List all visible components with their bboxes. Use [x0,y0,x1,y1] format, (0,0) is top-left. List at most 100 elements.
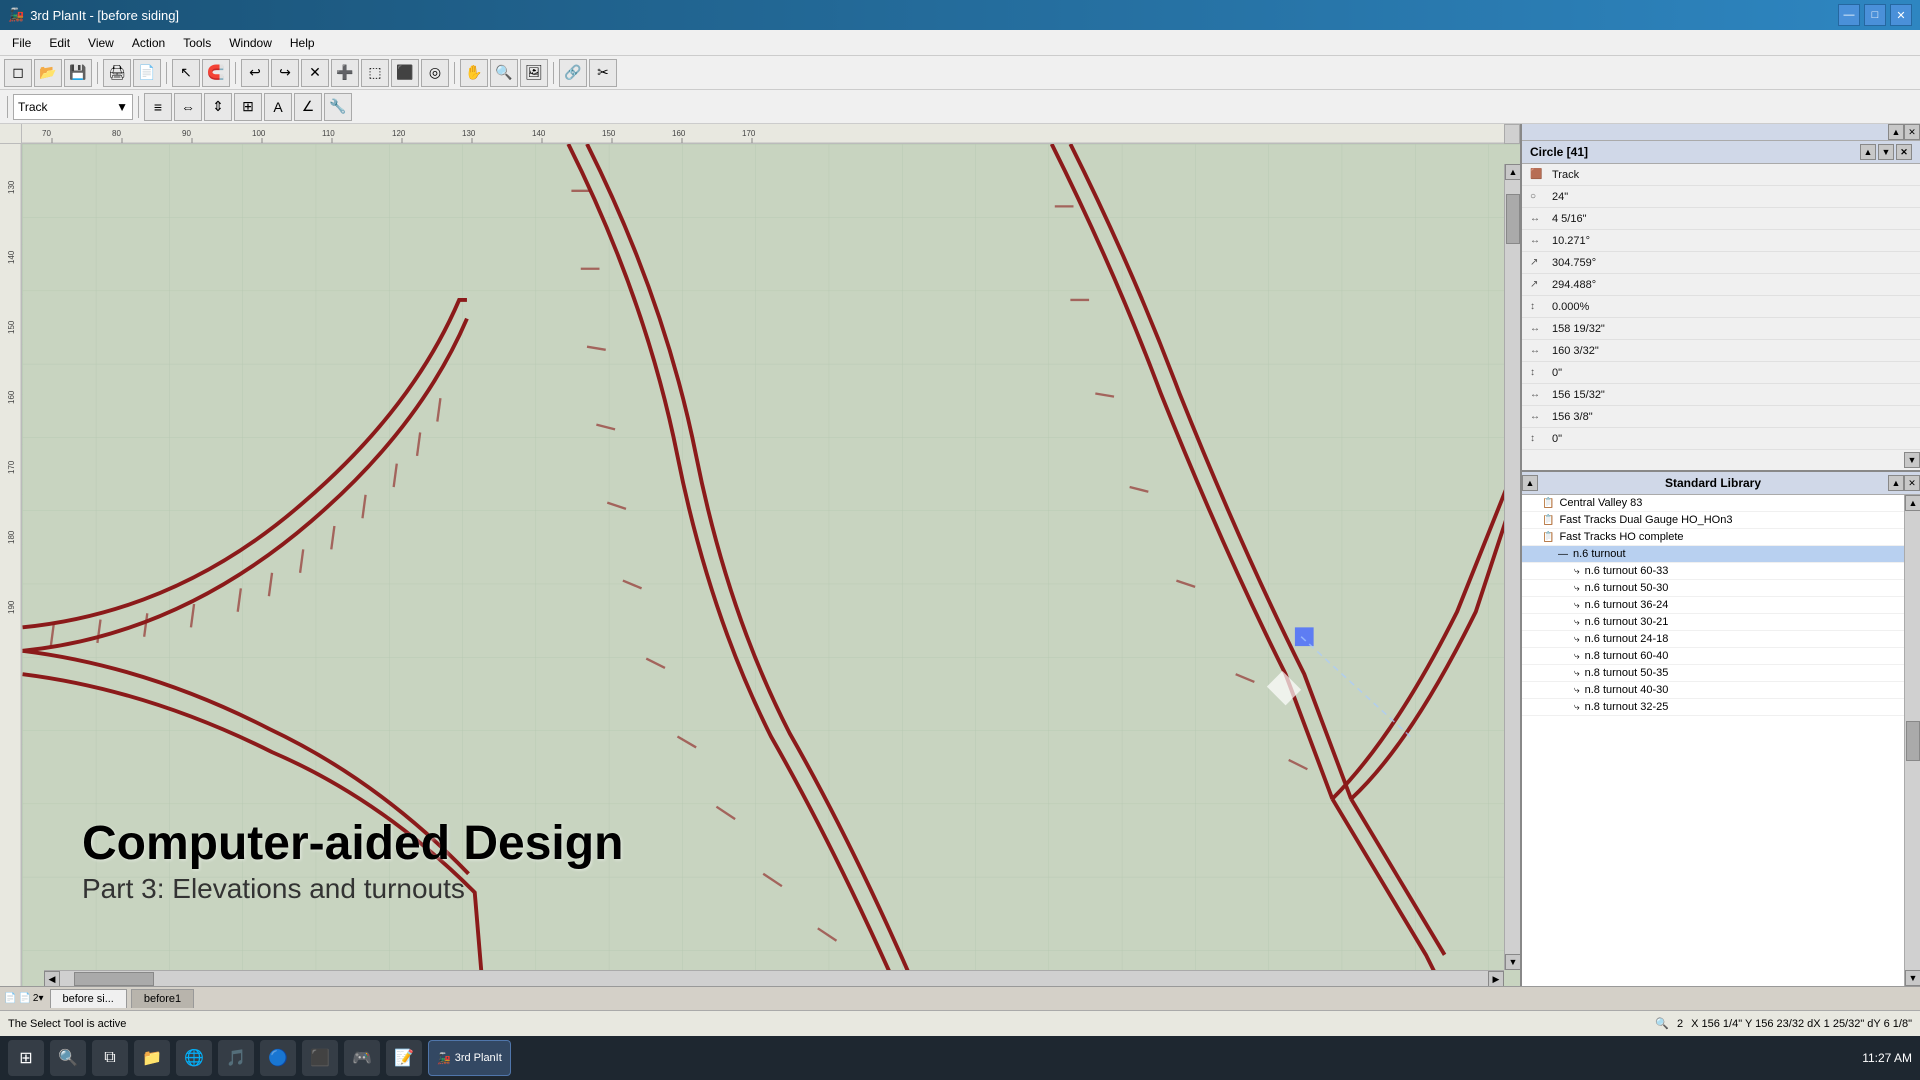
app2-button[interactable]: 🎮 [344,1040,380,1076]
edge-button[interactable]: 🌐 [176,1040,212,1076]
lib-item-n8-60-40[interactable]: ⤷ n.8 turnout 60-40 [1522,648,1904,665]
print-button[interactable]: 🖨 [103,59,131,87]
panel-scroll-up[interactable]: ▲ [1888,124,1904,140]
new-button[interactable]: ◻ [4,59,32,87]
minimize-button[interactable]: — [1838,4,1860,26]
select-rect-button[interactable]: ⬚ [361,59,389,87]
lib-scroll-up-btn[interactable]: ▲ [1905,495,1920,511]
lib-collapse[interactable]: ▲ [1522,475,1538,491]
open-button[interactable]: 📂 [34,59,62,87]
lib-item-n8-50-35[interactable]: ⤷ n.8 turnout 50-35 [1522,665,1904,682]
pointer-button[interactable]: ↖ [172,59,200,87]
vertical-scrollbar[interactable]: ▲ ▼ [1504,164,1520,970]
word-button[interactable]: 📝 [386,1040,422,1076]
lib-item-n6-24-18[interactable]: ⤷ n.6 turnout 24-18 [1522,631,1904,648]
lib-item-n6-30-21[interactable]: ⤷ n.6 turnout 30-21 [1522,614,1904,631]
svg-text:170: 170 [742,129,756,138]
flip-v-button[interactable]: ⇕ [204,93,232,121]
props-bottom-scroll[interactable]: ▼ [1904,452,1920,468]
menu-file[interactable]: File [4,33,39,53]
prop-layer: 🟫 Track [1522,164,1920,186]
magnet-button[interactable]: 🧲 [202,59,230,87]
text-button[interactable]: A [264,93,292,121]
print2-button[interactable]: 📄 [133,59,161,87]
canvas-wrapper: 70 80 90 100 110 120 130 140 150 160 170 [0,124,1520,986]
library-tree[interactable]: 📋 Central Valley 83 📋 Fast Tracks Dual G… [1522,495,1904,986]
align-button[interactable]: ≡ [144,93,172,121]
lib-item-n8-32-25[interactable]: ⤷ n.8 turnout 32-25 [1522,699,1904,716]
tab-icon-2[interactable]: 📄 [18,993,30,1004]
file-explorer-button[interactable]: 📁 [134,1040,170,1076]
sep-5 [553,62,554,84]
grid-button[interactable]: ⊞ [234,93,262,121]
lib-item-n6-50-30[interactable]: ⤷ n.6 turnout 50-30 [1522,580,1904,597]
start-button[interactable]: ⊞ [8,1040,44,1076]
dropdown-arrow-icon: ▼ [116,100,128,114]
track-icon-10: ⤷ [1574,702,1580,713]
add-button[interactable]: ➕ [331,59,359,87]
itunes-button[interactable]: 🎵 [218,1040,254,1076]
undo-button[interactable]: ↩ [241,59,269,87]
settings-button[interactable]: 🔧 [324,93,352,121]
scroll-thumb[interactable] [1506,194,1520,244]
props-close[interactable]: ✕ [1896,144,1912,160]
circle-button[interactable]: ◎ [421,59,449,87]
scroll-thumb-h[interactable] [74,972,154,986]
track-icon-3: ⤷ [1574,583,1580,594]
lib-scroll-thumb[interactable] [1906,721,1920,761]
select-all-button[interactable]: ⬛ [391,59,419,87]
scroll-down-button[interactable]: ▼ [1505,954,1520,970]
lib-scroll-up[interactable]: ▲ [1888,475,1904,491]
track-icon-9: ⤷ [1574,685,1580,696]
lib-item-n6-36-24[interactable]: ⤷ n.6 turnout 36-24 [1522,597,1904,614]
tab-before-siding[interactable]: before si... [50,989,127,1008]
chrome-button[interactable]: 🔵 [260,1040,296,1076]
app1-button[interactable]: ⬛ [302,1040,338,1076]
tab-icon-1[interactable]: 📄 [4,993,16,1004]
lib-item-n8-40-30[interactable]: ⤷ n.8 turnout 40-30 [1522,682,1904,699]
main-canvas[interactable]: Computer-aided Design Part 3: Elevations… [22,144,1520,986]
image-button[interactable]: 🖼 [520,59,548,87]
flip-h-button[interactable]: ⇔ [174,93,202,121]
lib-item-central-valley[interactable]: 📋 Central Valley 83 [1522,495,1904,512]
horizontal-scrollbar[interactable]: ◀ ▶ [44,970,1504,986]
menu-edit[interactable]: Edit [41,33,78,53]
layer-dropdown[interactable]: Track ▼ [13,94,133,120]
menu-help[interactable]: Help [282,33,323,53]
planit-taskbar-app[interactable]: 🚂 3rd PlanIt [428,1040,511,1076]
search-taskbar-button[interactable]: 🔍 [50,1040,86,1076]
angle-button[interactable]: ∠ [294,93,322,121]
zoom-level: 2 [1677,1018,1683,1030]
props-scroll-up[interactable]: ▲ [1860,144,1876,160]
lib-item-n6-turnout[interactable]: — n.6 turnout [1522,546,1904,563]
zoom-button[interactable]: 🔍 [490,59,518,87]
lib-close[interactable]: ✕ [1904,475,1920,491]
menu-tools[interactable]: Tools [175,33,219,53]
redo-button[interactable]: ↪ [271,59,299,87]
tab-nav-icons: 📄 📄 2▾ [4,993,44,1004]
close-button[interactable]: ✕ [1890,4,1912,26]
scroll-up-button[interactable]: ▲ [1505,164,1520,180]
panel-minimize[interactable]: ✕ [1904,124,1920,140]
connect-button[interactable]: 🔗 [559,59,587,87]
lib-scroll-down-btn[interactable]: ▼ [1905,970,1920,986]
menu-view[interactable]: View [80,33,122,53]
menu-window[interactable]: Window [221,33,280,53]
library-scrollbar[interactable]: ▲ ▼ [1904,495,1920,986]
maximize-button[interactable]: □ [1864,4,1886,26]
delete-button[interactable]: ✕ [301,59,329,87]
lib-item-fast-tracks-dual[interactable]: 📋 Fast Tracks Dual Gauge HO_HOn3 [1522,512,1904,529]
disconnect-button[interactable]: ✂ [589,59,617,87]
prop-angle2: ↗ 294.488° [1522,274,1920,296]
save-button[interactable]: 💾 [64,59,92,87]
tab-before1[interactable]: before1 [131,989,194,1008]
scroll-left-button[interactable]: ◀ [44,971,60,986]
lib-item-n6-60-33[interactable]: ⤷ n.6 turnout 60-33 [1522,563,1904,580]
task-view-button[interactable]: ⧉ [92,1040,128,1076]
prop-x2: ↔ 160 3/32" [1522,340,1920,362]
scroll-right-button[interactable]: ▶ [1488,971,1504,986]
props-scroll-down[interactable]: ▼ [1878,144,1894,160]
pan-button[interactable]: ✋ [460,59,488,87]
lib-item-fast-tracks-ho[interactable]: 📋 Fast Tracks HO complete [1522,529,1904,546]
menu-action[interactable]: Action [124,33,173,53]
